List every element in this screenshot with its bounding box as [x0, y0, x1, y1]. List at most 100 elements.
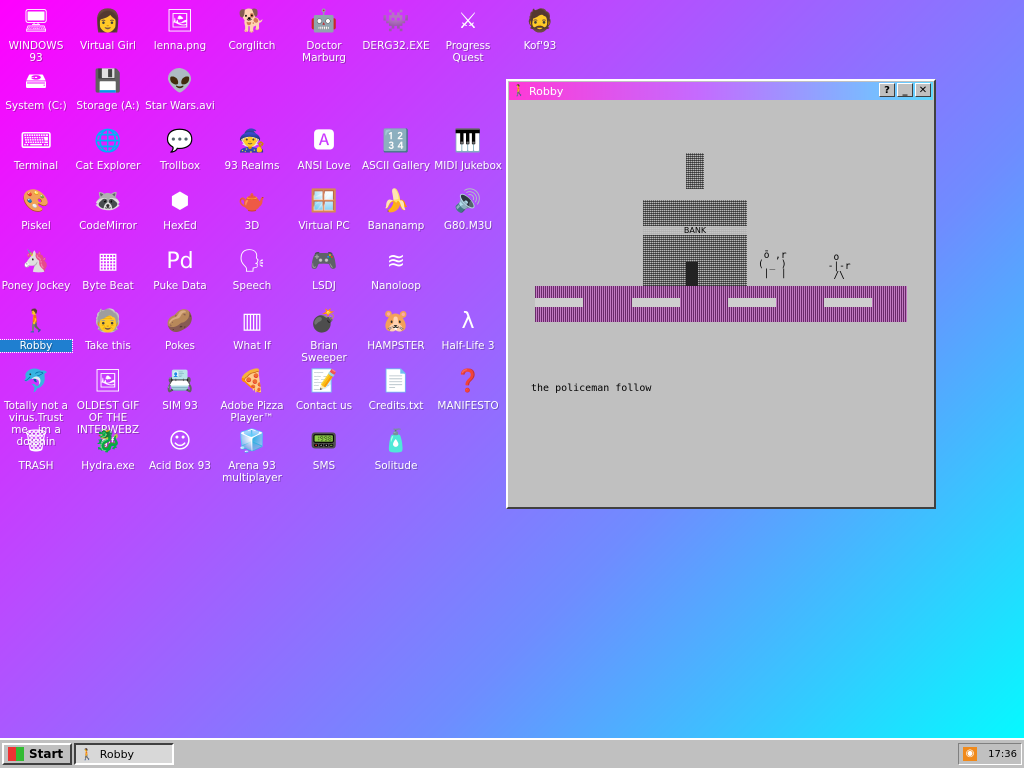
desktop-icon-label: Trollbox: [159, 160, 201, 172]
desktop-icon-label: ASCII Gallery: [361, 160, 431, 172]
taskbar-item-label: Robby: [99, 747, 135, 761]
desktop-icon[interactable]: 🦝 CodeMirror: [72, 184, 144, 242]
bank-sign: BANK: [643, 226, 747, 235]
rss-icon[interactable]: ◉: [963, 747, 977, 761]
potato-icon: 🥔: [166, 309, 194, 334]
desktop-icon[interactable]: 🅰 ANSI Love: [288, 124, 360, 182]
desktop-icon[interactable]: 🧊 Arena 93 multiplayer: [216, 424, 288, 484]
robby-window-icon: 🚶: [512, 84, 526, 97]
desktop-icon-label: Solitude: [374, 460, 418, 472]
piano-icon: 🎹: [454, 129, 482, 154]
desktop-icon[interactable]: 📄 Credits.txt: [360, 364, 432, 422]
desktop-icon-label: Storage (A:): [76, 100, 140, 112]
desktop-icon[interactable]: 🧔 Kof'93: [504, 4, 576, 62]
desktop-icon-label: 3D: [244, 220, 260, 232]
desktop-icon-label: Speech: [232, 280, 272, 292]
game-scene[interactable]: BANK ō ,r ( _ ) | | o -|-r /\ the police…: [508, 103, 934, 507]
cube-icon: 🧊: [238, 429, 266, 454]
desktop-icon[interactable]: 🧙 93 Realms: [216, 124, 288, 182]
desktop-icon-label: Virtual Girl: [80, 40, 136, 52]
desktop-icon[interactable]: 🎮 LSDJ: [288, 244, 360, 302]
desktop-icon[interactable]: 🍕 Adobe Pizza Player™: [216, 364, 288, 424]
desktop-icon[interactable]: 🧴 Solitude: [360, 424, 432, 482]
story-text: the policeman follow: [531, 383, 652, 394]
desktop-icon-label: Acid Box 93: [149, 460, 211, 472]
desktop-icon-label: Star Wars.avi: [145, 100, 215, 112]
desktop-icon[interactable]: 🔊 G80.M3U: [432, 184, 504, 242]
desktop-icon[interactable]: 💾 Storage (A:): [72, 64, 144, 122]
desktop-icon[interactable]: 🍌 Bananamp: [360, 184, 432, 242]
desktop-icon[interactable]: ▥ What If: [216, 304, 288, 362]
taskbar-item-robby[interactable]: 🚶 Robby: [74, 743, 174, 765]
robby-task-icon: 🚶: [80, 747, 94, 761]
desktop-icon[interactable]: 💣 Brian Sweeper: [288, 304, 360, 364]
smiley-icon: ☺: [168, 429, 192, 454]
cat-explorer-icon: 🌐: [94, 129, 122, 154]
desktop-icon[interactable]: 🗣 Speech: [216, 244, 288, 302]
start-label: Start: [29, 747, 64, 761]
desktop-icon[interactable]: 👾 DERG32.EXE: [360, 4, 432, 62]
desktop-icon[interactable]: ⬢ HexEd: [144, 184, 216, 242]
desktop-icon[interactable]: 🧓 Take this: [72, 304, 144, 362]
ground-slot: [632, 298, 680, 307]
desktop-icon[interactable]: 🤖 Doctor Marburg: [288, 4, 360, 64]
desktop-icon[interactable]: 🔢 ASCII Gallery: [360, 124, 432, 182]
desktop-icon[interactable]: λ Half-Life 3: [432, 304, 504, 362]
desktop-icon[interactable]: 🐕 Corglitch: [216, 4, 288, 62]
nanoloop-icon: ≋: [386, 249, 406, 274]
policeman-figure: o -|-r /\: [827, 252, 851, 281]
desktop-icon-label: Hydra.exe: [81, 460, 135, 472]
start-button[interactable]: Start: [2, 743, 72, 765]
virtual-pc-icon: 🪟: [310, 189, 338, 214]
desktop-icon[interactable]: 🌐 Cat Explorer: [72, 124, 144, 182]
desktop-icon[interactable]: ⌨ Terminal: [0, 124, 72, 182]
pony-icon: 🦄: [22, 249, 50, 274]
desktop-icon-label: Pokes: [164, 340, 196, 352]
window-titlebar[interactable]: 🚶 Robby ? _ ✕: [509, 82, 933, 100]
desktop-icon[interactable]: 👩 Virtual Girl: [72, 4, 144, 62]
desktop-icon[interactable]: 🖴 System (C:): [0, 64, 72, 122]
hamster-icon: 🐹: [382, 309, 410, 334]
desktop-icon[interactable]: 🐬 Totally not a virus.Trust me...im a dol…: [0, 364, 72, 448]
desktop-icon[interactable]: ❓ MANIFESTO: [432, 364, 504, 422]
desktop-icon[interactable]: 🎨 Piskel: [0, 184, 72, 242]
desktop-icon-label: Terminal: [13, 160, 59, 172]
desktop-icon[interactable]: 📇 SIM 93: [144, 364, 216, 422]
desktop-icon-label: What If: [233, 340, 271, 352]
desktop-icon[interactable]: 🫖 3D: [216, 184, 288, 242]
desktop-icon-label: Robby: [0, 339, 73, 353]
corgi-icon: 🐕: [238, 9, 266, 34]
desktop-icon[interactable]: 🦄 Poney Jockey: [0, 244, 72, 302]
desktop-icon-label: Half-Life 3: [441, 340, 495, 352]
desktop-icon-label: MANIFESTO: [437, 400, 499, 412]
desktop-icon[interactable]: 💬 Trollbox: [144, 124, 216, 182]
minimize-button[interactable]: _: [897, 83, 913, 97]
desktop-icon[interactable]: Pd Puke Data: [144, 244, 216, 302]
desktop-icon[interactable]: 🪟 Virtual PC: [288, 184, 360, 242]
help-button[interactable]: ?: [879, 83, 895, 97]
desktop-icon[interactable]: 🗑 TRASH: [0, 424, 72, 482]
desktop-icon[interactable]: 🖥 WINDOWS 93: [0, 4, 72, 64]
desktop-icon[interactable]: 🐹 HAMPSTER: [360, 304, 432, 362]
close-button[interactable]: ✕: [915, 83, 931, 97]
desktop-icon[interactable]: 🐉 Hydra.exe: [72, 424, 144, 482]
system-tray: ◉ 17:36: [958, 743, 1022, 765]
desktop-icon[interactable]: ⚔ Progress Quest: [432, 4, 504, 64]
desktop-icon[interactable]: 👽 Star Wars.avi: [144, 64, 216, 122]
desktop-icon[interactable]: 🚶 Robby: [0, 304, 73, 362]
desktop-icon[interactable]: 🖼 lenna.png: [144, 4, 216, 62]
doctor-icon: 🤖: [310, 9, 338, 34]
desktop-icon[interactable]: 🎹 MIDI Jukebox: [432, 124, 504, 182]
desktop-icon-label: Bananamp: [367, 220, 425, 232]
windows-logo-icon: [8, 747, 24, 761]
desktop-icon[interactable]: ▦ Byte Beat: [72, 244, 144, 302]
desktop-icon[interactable]: 🖼 OLDEST GIF OF THE INTERWEBZ gif: [72, 364, 144, 448]
desktop-icon[interactable]: 🥔 Pokes: [144, 304, 216, 362]
desktop-icon[interactable]: ☺ Acid Box 93: [144, 424, 216, 482]
desktop-icon[interactable]: ≋ Nanoloop: [360, 244, 432, 302]
playlist-icon: 🔊: [454, 189, 482, 214]
question-icon: ❓: [454, 369, 482, 394]
desktop-icon[interactable]: 📟 SMS: [288, 424, 360, 482]
desktop-icon[interactable]: 📝 Contact us: [288, 364, 360, 422]
desktop-icon-label: HAMPSTER: [367, 340, 425, 352]
